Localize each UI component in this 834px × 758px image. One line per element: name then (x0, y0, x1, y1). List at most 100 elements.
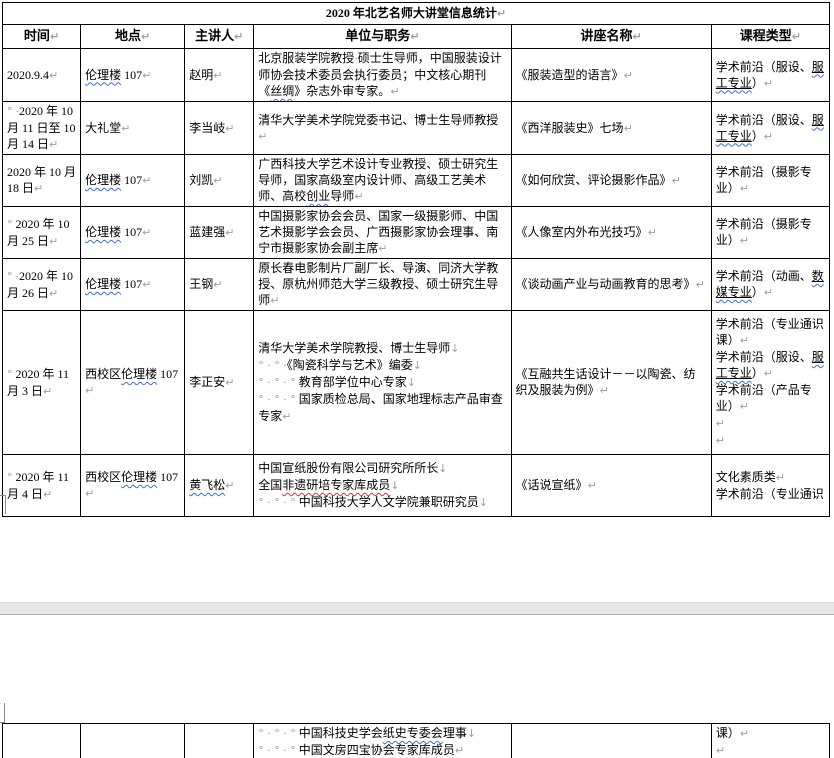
format-mark: ↵ (764, 367, 773, 380)
table-cell[interactable]: 《西洋服装史》七场↵ (511, 102, 711, 155)
format-mark: ° (7, 105, 13, 118)
table-cell[interactable]: 学术前沿（服设、服工专业）↵ (711, 49, 829, 102)
table-cell[interactable]: 主讲人↵ (185, 25, 254, 49)
format-mark: ↵ (764, 286, 773, 299)
cell-text: 《西洋服装史》七场 (516, 121, 624, 135)
table-cell[interactable]: 西校区伦理楼 107↵ (81, 311, 185, 455)
table-row: 2020 年 10 月 18 日↵伦理楼 107↵刘凯↵广西科技大学艺术设计专业… (3, 155, 830, 207)
table-row: ° ·2020 年 10 月 11 日至 10 月 14 日↵大礼堂↵李当岐↵清… (3, 102, 830, 155)
table-cell[interactable]: 学术前沿（摄影专业）↵ (711, 207, 829, 259)
table-cell[interactable]: ° ·2020 年 10 月 26 日↵ (3, 259, 81, 311)
table-cell[interactable]: 蓝建强↵ (185, 207, 254, 259)
table-cell[interactable]: 学术前沿（摄影专业）↵ (711, 155, 829, 207)
table-cell[interactable]: 西校区伦理楼 107↵ (81, 455, 185, 517)
table-cell[interactable]: 课）↵↵ (711, 724, 829, 758)
table-cell[interactable]: 《服装造型的语言》↵ (511, 49, 711, 102)
format-mark: ↓ (390, 479, 399, 492)
spellcheck-blue-text: 伦理楼 (85, 68, 121, 82)
table-cell[interactable]: 刘凯↵ (185, 155, 254, 207)
format-mark: ↵ (588, 479, 597, 492)
table-cell[interactable]: ° 2020 年 10 月 25 日↵ (3, 207, 81, 259)
table-cell[interactable]: ° 2020 年 11 月 4 日↵ (3, 455, 81, 517)
table-cell[interactable]: 赵明↵ (185, 49, 254, 102)
cell-text: 107 (157, 470, 178, 484)
table-cell[interactable]: 伦理楼 107↵ (81, 207, 185, 259)
format-mark: ↵ (740, 182, 749, 195)
cell-text: 课） (716, 726, 740, 740)
format-mark: ↵ (354, 190, 363, 203)
table-cell[interactable]: 单位与职务↵ (254, 25, 511, 49)
table-cell[interactable]: 《话说宣纸》↵ (511, 455, 711, 517)
spellcheck-blue-text: 专家库 (395, 743, 431, 757)
cell-text: 北京服装学院教授 (258, 51, 354, 65)
table-cell[interactable]: 清华大学美术学院党委书记、博士生导师教授↵ (254, 102, 511, 155)
table-cell[interactable]: ° 2020 年 11 月 3 日↵ (3, 311, 81, 455)
format-mark: ↵ (85, 487, 94, 500)
format-mark: ↵ (624, 69, 633, 82)
table-cell[interactable]: 《如何欣赏、评论摄影作品》↵ (511, 155, 711, 207)
format-mark: ↵ (600, 384, 609, 397)
table-cell[interactable]: 李正安↵ (185, 311, 254, 455)
spellcheck-red-text: 非遗研培专家库成员 (282, 478, 390, 492)
table-cell[interactable]: ° · ° · ° 中国科技史学会纸史专委会理事↓° · ° · ° 中国文房四… (254, 724, 511, 758)
table-cell[interactable]: 《人像室内外布光技巧》↵ (511, 207, 711, 259)
table-cell[interactable]: 时间↵ (3, 25, 81, 49)
table-cell[interactable] (81, 724, 185, 758)
table-cell[interactable]: 中国宣纸股份有限公司研究所所长↓全国非遗研培专家库成员↓° · ° · ° 中国… (254, 455, 511, 517)
format-mark: ↵ (282, 410, 291, 423)
table-cell[interactable]: 学术前沿（服设、服工专业）↵ (711, 102, 829, 155)
cell-text: 2020 年 11 月 4 日 (7, 470, 69, 501)
table-cell[interactable]: 《互融共生话设计－－以陶瓷、纺织及服装为例》↵ (511, 311, 711, 455)
table-cell[interactable]: 李当岐↵ (185, 102, 254, 155)
table-cell[interactable]: 清华大学美术学院教授、博士生导师↓° · ° ·《陶瓷科学与艺术》编委↓° · … (254, 311, 511, 455)
table-cell[interactable]: 2020.9.4↵ (3, 49, 81, 102)
format-mark: ↵ (716, 417, 725, 430)
table-cell[interactable]: 伦理楼 107↵ (81, 155, 185, 207)
table-row: ° 2020 年 11 月 4 日↵西校区伦理楼 107↵黄飞松↵中国宣纸股份有… (3, 455, 830, 517)
table-cell[interactable]: 中国摄影家协会会员、国家一级摄影师、中国艺术摄影学会会员、广西摄影家协会理事、南… (254, 207, 511, 259)
format-mark: ↵ (633, 30, 642, 43)
table-cell[interactable]: 广西科技大学艺术设计专业教授、硕士研究生导师，国家高级室内设计师、高级工艺美术师… (254, 155, 511, 207)
table-cell[interactable]: 学术前沿（专业通识课）↵学术前沿（服设、服工专业）↵学术前沿（产品专业）↵↵↵ (711, 311, 829, 455)
table-cell[interactable]: 原长春电影制片厂副厂长、导演、同济大学教授、原杭州师范大学三级教授、硕士研究生导… (254, 259, 511, 311)
format-mark: ↓ (479, 496, 488, 509)
cell-text: 107 (121, 277, 142, 291)
table-cell[interactable] (511, 724, 711, 758)
format-mark: ↓ (450, 342, 459, 355)
table-cell[interactable]: 大礼堂↵ (81, 102, 185, 155)
table-cell[interactable]: 黄飞松↵ (185, 455, 254, 517)
format-mark: ↵ (142, 69, 151, 82)
cell-text: 学术前沿（专业通识课） (716, 317, 824, 347)
cell-text: 中国科技大学人文学院兼职研究员 (296, 495, 479, 509)
format-mark: ° · ° · ° (258, 393, 295, 406)
cell-text: 中国科技史学会 (296, 726, 383, 740)
cell-text: 李正安 (189, 375, 225, 389)
spellcheck-blue-text: 伦理楼 (85, 277, 121, 291)
table-title-cell[interactable]: 2020 年北艺名师大讲堂信息统计↵ (3, 3, 830, 25)
cell-text: 清华大学美术学院教授、博士生导师 (258, 341, 450, 355)
format-mark: ↵ (792, 30, 801, 43)
format-mark: ↵ (410, 30, 419, 43)
table-cell[interactable]: 北京服装学院教授·硕士生导师，中国服装设计师协会技术委员会执行委员；中文核心期刊… (254, 49, 511, 102)
table-cell[interactable]: 学术前沿（动画、数媒专业）↵ (711, 259, 829, 311)
table-cell[interactable]: 伦理楼 107↵ (81, 49, 185, 102)
table-cell[interactable] (3, 724, 81, 758)
spellcheck-blue-text: 伦理楼 (85, 173, 121, 187)
format-mark: ↵ (258, 130, 267, 143)
cell-text: 107 (157, 367, 178, 381)
table-cell[interactable]: 王钢↵ (185, 259, 254, 311)
table-cell[interactable]: 《谈动画产业与动画教育的思考》↵ (511, 259, 711, 311)
cell-text: 成员 (431, 743, 455, 757)
table-cell[interactable]: 文化素质类↵学术前沿（专业通识 (711, 455, 829, 517)
cell-text: 国家质检总局、国家地理标志产品审查专家 (258, 392, 503, 423)
table-row: ° · ° · ° 中国科技史学会纸史专委会理事↓° · ° · ° 中国文房四… (3, 724, 830, 758)
table-cell[interactable]: ° ·2020 年 10 月 11 日至 10 月 14 日↵ (3, 102, 81, 155)
format-mark: ↵ (648, 226, 657, 239)
table-cell[interactable]: 课程类型↵ (711, 25, 829, 49)
table-cell[interactable] (185, 724, 254, 758)
table-cell[interactable]: 伦理楼 107↵ (81, 259, 185, 311)
table-cell[interactable]: 地点↵ (81, 25, 185, 49)
cell-text: 赵明 (189, 68, 213, 82)
table-cell[interactable]: 2020 年 10 月 18 日↵ (3, 155, 81, 207)
table-cell[interactable]: 讲座名称↵ (511, 25, 711, 49)
